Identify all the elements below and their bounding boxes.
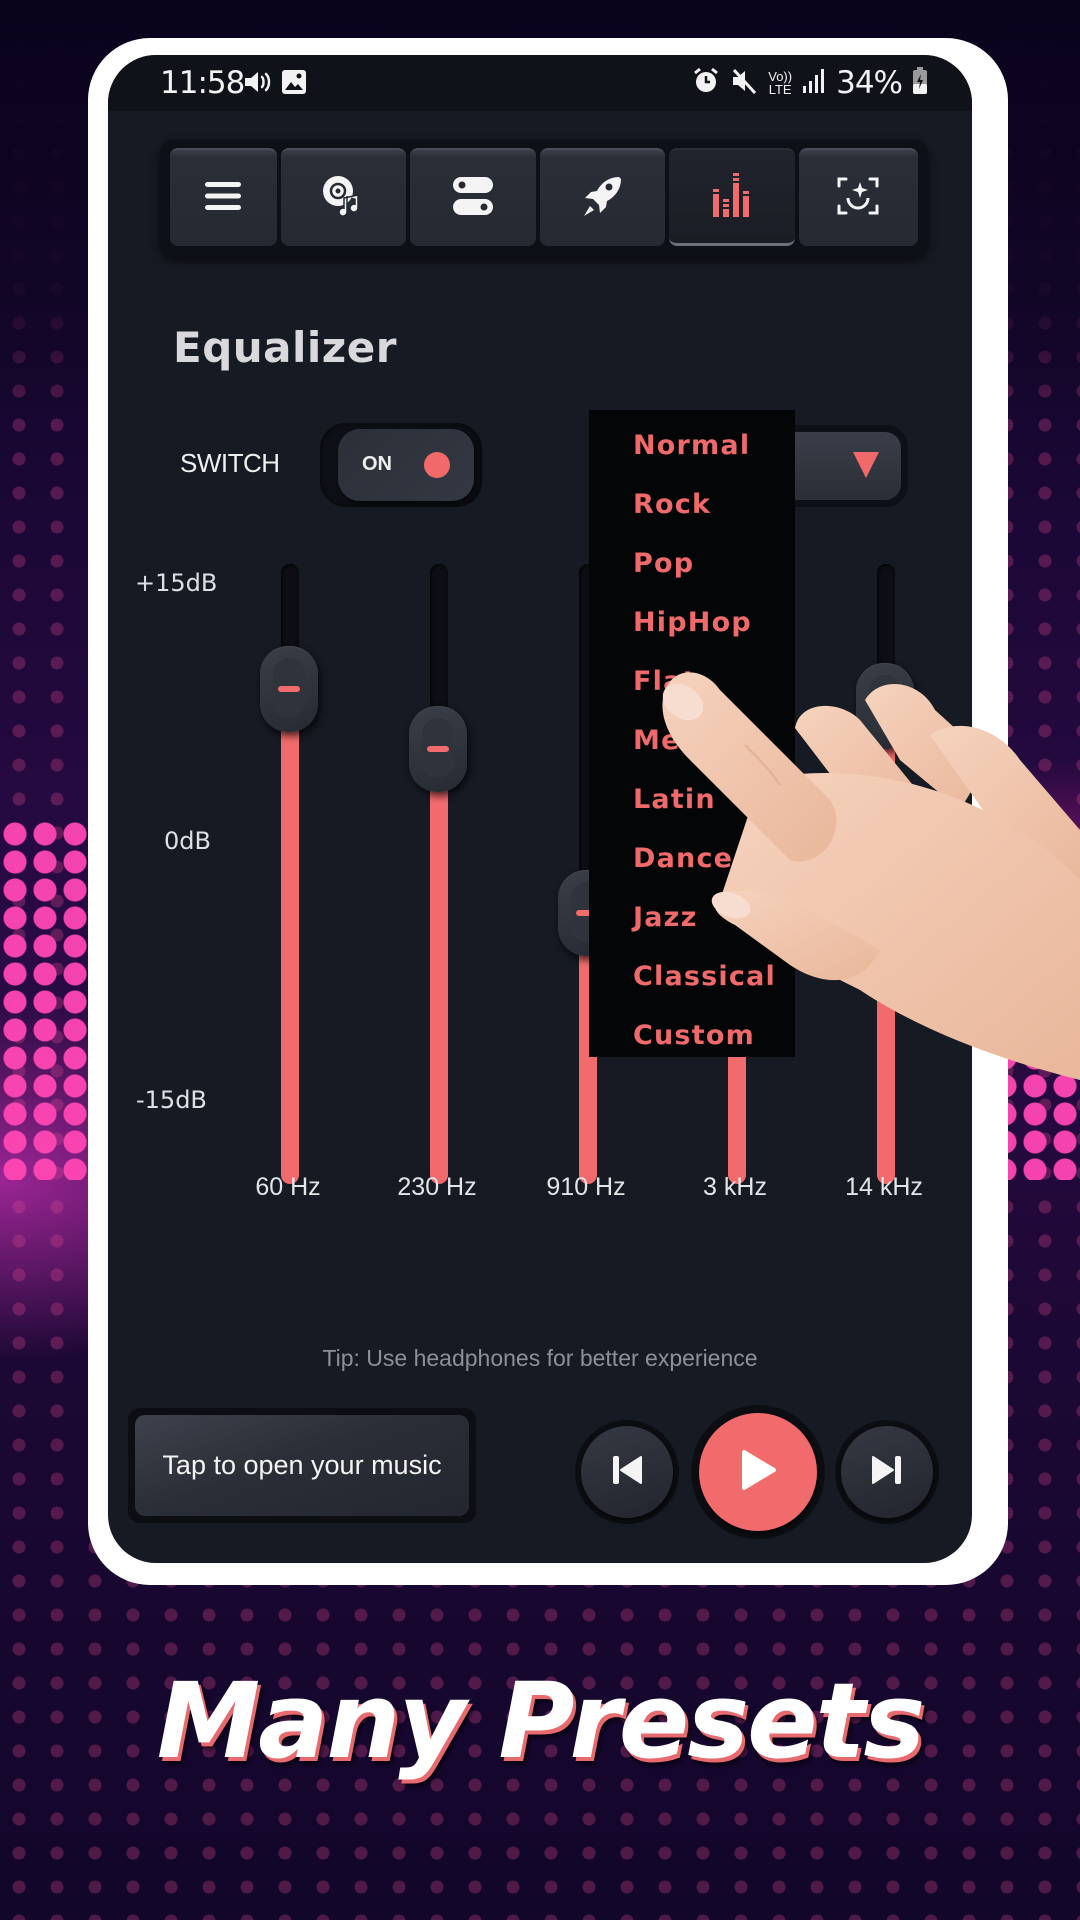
preset-option[interactable]: Latin xyxy=(589,772,795,831)
switch-label: SWITCH xyxy=(180,448,280,478)
eq-slider-band[interactable] xyxy=(856,564,914,1184)
promo-banner-title: Many Presets xyxy=(156,1660,926,1782)
next-button[interactable] xyxy=(835,1420,939,1524)
preset-option[interactable]: Dance xyxy=(589,831,795,890)
db-label-min: -15dB xyxy=(136,1086,207,1114)
preset-option[interactable]: Flat xyxy=(589,654,795,713)
play-icon xyxy=(738,1448,778,1496)
knob-indicator xyxy=(874,702,896,709)
battery-charging-icon xyxy=(912,67,928,99)
band-frequency-label: 910 Hz xyxy=(546,1173,626,1201)
eq-slider-band[interactable] xyxy=(260,564,318,1184)
eq-slider-band[interactable] xyxy=(409,564,467,1184)
preset-option[interactable]: Metal xyxy=(589,713,795,772)
lte-label: LTE xyxy=(768,82,792,97)
chevron-down-icon xyxy=(853,452,879,478)
signal-icon xyxy=(802,68,826,98)
tab-bar xyxy=(160,139,928,257)
battery-percent: 34% xyxy=(836,65,903,101)
tab-menu[interactable] xyxy=(170,148,277,246)
sparkle-frame-icon xyxy=(836,176,880,220)
slider-fill xyxy=(430,749,448,1184)
knob-indicator xyxy=(427,746,449,753)
play-button[interactable] xyxy=(691,1405,825,1539)
open-music-label: Tap to open your music xyxy=(135,1415,469,1516)
toggles-icon xyxy=(451,176,495,220)
slider-fill xyxy=(281,688,299,1184)
eq-switch-toggle[interactable]: ON xyxy=(320,423,482,507)
switch-indicator-dot xyxy=(424,452,450,478)
tab-toggles[interactable] xyxy=(410,148,536,246)
preset-option[interactable]: Classical xyxy=(589,949,795,1008)
db-label-max: +15dB xyxy=(135,569,218,597)
skip-previous-icon xyxy=(610,1453,644,1491)
status-time: 11:58 xyxy=(160,65,245,101)
alarm-icon xyxy=(692,67,720,99)
volte-icon: Vo)) LTE xyxy=(768,70,792,96)
tab-boost[interactable] xyxy=(539,148,666,246)
slider-fill xyxy=(877,705,895,1184)
tab-effects[interactable] xyxy=(798,148,918,246)
status-bar: 11:58 Vo)) LTE 34% xyxy=(108,55,972,111)
page-title: Equalizer xyxy=(173,323,397,372)
slider-knob[interactable] xyxy=(856,662,914,749)
music-disc-icon xyxy=(321,174,365,222)
menu-icon xyxy=(204,180,242,216)
tab-music[interactable] xyxy=(280,148,407,246)
slider-knob[interactable] xyxy=(409,706,467,793)
band-frequency-label: 14 kHz xyxy=(845,1173,923,1201)
preset-option[interactable]: Pop xyxy=(589,536,795,595)
preset-option[interactable]: Normal xyxy=(589,418,795,477)
tab-equalizer[interactable] xyxy=(669,148,795,246)
preset-option[interactable]: Jazz xyxy=(589,890,795,949)
equalizer-icon xyxy=(712,172,752,221)
preset-option[interactable]: Custom xyxy=(589,1008,795,1067)
switch-state-text: ON xyxy=(362,453,392,475)
gallery-icon xyxy=(281,69,307,99)
previous-button[interactable] xyxy=(575,1420,679,1524)
tip-text: Tip: Use headphones for better experienc… xyxy=(322,1345,758,1371)
open-music-button[interactable]: Tap to open your music xyxy=(128,1408,476,1523)
preset-menu: Normal Rock Pop HipHop Flat Metal Latin Dance Ja… xyxy=(589,410,795,1057)
band-frequency-label: 3 kHz xyxy=(703,1173,767,1201)
band-frequency-label: 60 Hz xyxy=(255,1173,321,1201)
band-frequency-label: 230 Hz xyxy=(397,1173,477,1201)
db-label-mid: 0dB xyxy=(164,827,211,855)
rocket-icon xyxy=(581,174,623,222)
preset-option[interactable]: HipHop xyxy=(589,595,795,654)
knob-indicator xyxy=(278,685,300,692)
slider-knob[interactable] xyxy=(260,645,318,732)
volume-icon xyxy=(243,69,273,99)
mute-icon xyxy=(730,67,758,99)
skip-next-icon xyxy=(870,1453,904,1491)
phone-screen: 11:58 Vo)) LTE 34% Equalizer SWITCH ON +… xyxy=(108,55,972,1563)
preset-option[interactable]: Rock xyxy=(589,477,795,536)
